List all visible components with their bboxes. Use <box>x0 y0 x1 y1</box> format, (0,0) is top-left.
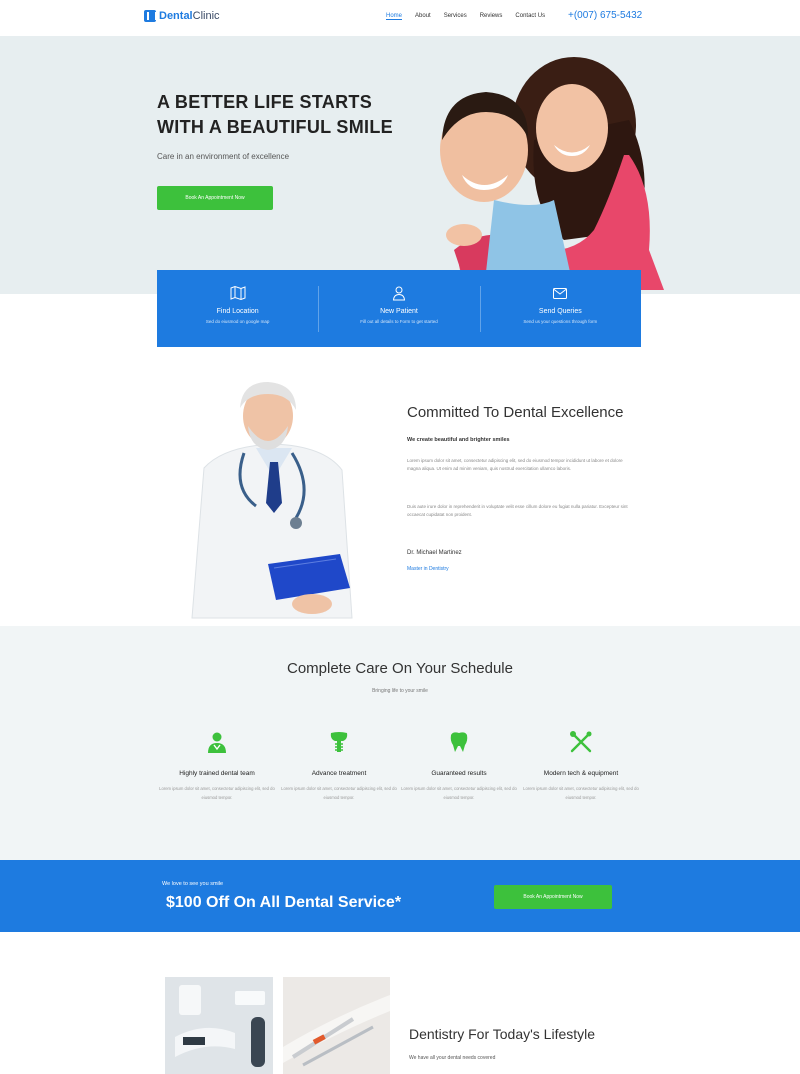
book-appointment-button[interactable]: Book An Appointment Now <box>157 186 273 210</box>
info-title: Find Location <box>216 308 259 315</box>
promo-book-button[interactable]: Book An Appointment Now <box>494 885 612 909</box>
logo[interactable]: DentalClinic <box>144 10 220 22</box>
feature-title: Modern tech & equipment <box>543 770 619 777</box>
tooth-icon <box>450 732 468 752</box>
feature-desc: Lorem ipsum dolor sit amet, consectetur … <box>281 786 397 800</box>
doctor-icon <box>208 732 226 753</box>
logo-icon <box>144 10 157 22</box>
info-bar: Find Location Sed do eiusmod on google m… <box>157 270 641 347</box>
about-title: Committed To Dental Excellence <box>407 404 624 421</box>
hero-title: A BETTER LIFE STARTS WITH A BEAUTIFUL SM… <box>157 90 437 140</box>
feature-title: Highly trained dental team <box>179 770 255 777</box>
promo-title: $100 Off On All Dental Service* <box>166 894 402 911</box>
tooth-implant-icon <box>330 732 348 752</box>
info-title: Send Queries <box>538 308 582 315</box>
about-paragraph-2: Duis aute irure dolor in reprehenderit i… <box>407 504 628 517</box>
feature-card: Advance treatment Lorem ipsum dolor sit … <box>279 730 399 802</box>
nav-link-services[interactable]: Services <box>444 13 467 20</box>
info-title: New Patient <box>380 308 418 315</box>
doctor-photo <box>191 382 353 619</box>
nav-link-about[interactable]: About <box>415 13 431 20</box>
about-lead: We create beautiful and brighter smiles <box>407 437 510 443</box>
hero-section: A BETTER LIFE STARTS WITH A BEAUTIFUL SM… <box>0 36 800 294</box>
top-nav: DentalClinic Home About Services Reviews… <box>0 0 800 36</box>
feature-card: Modern tech & equipment Lorem ipsum dolo… <box>521 730 641 802</box>
info-new-patient[interactable]: New Patient Fill out all details to Form… <box>318 270 479 347</box>
feature-desc: Lorem ipsum dolor sit amet, consectetur … <box>523 786 639 800</box>
care-section: Complete Care On Your Schedule Bringing … <box>0 626 800 860</box>
nav-links: Home About Services Reviews Contact Us <box>386 13 545 20</box>
feature-card: Guaranteed results Lorem ipsum dolor sit… <box>399 730 519 802</box>
info-desc: Send us your questions through form <box>523 319 598 324</box>
lifestyle-subtitle: We have all your dental needs covered <box>409 1055 496 1061</box>
map-icon <box>230 285 246 301</box>
promo-banner: We love to see you smile $100 Off On All… <box>0 860 800 932</box>
hero-subtitle: Care in an environment of excellence <box>157 152 290 161</box>
lifestyle-title: Dentistry For Today's Lifestyle <box>409 1026 596 1042</box>
promo-kicker: We love to see you smile <box>162 881 224 887</box>
feature-card: Highly trained dental team Lorem ipsum d… <box>157 730 277 802</box>
feature-title: Guaranteed results <box>431 770 487 777</box>
couple-photo <box>440 57 664 290</box>
hero-title-line-2: WITH A BEAUTIFUL SMILE <box>157 117 393 137</box>
dental-tools-photo-art <box>283 977 390 1074</box>
info-send-queries[interactable]: Send Queries Send us your questions thro… <box>479 270 641 347</box>
nav-link-reviews[interactable]: Reviews <box>480 13 503 20</box>
info-desc: Sed do eiusmod on google map <box>205 319 270 324</box>
about-paragraph-1: Lorem ipsum dolor sit amet, consectetur … <box>407 458 623 471</box>
doctor-name: Dr. Michael Martinez <box>407 550 462 556</box>
feature-desc: Lorem ipsum dolor sit amet, consectetur … <box>159 786 275 800</box>
nav-link-home[interactable]: Home <box>386 13 403 20</box>
care-title: Complete Care On Your Schedule <box>287 660 513 677</box>
dental-tools-photo <box>283 977 390 1074</box>
feature-title: Advance treatment <box>311 770 367 777</box>
logo-text: DentalClinic <box>159 10 220 22</box>
dental-chair-photo-art <box>165 977 273 1074</box>
nav-link-contact[interactable]: Contact Us <box>515 13 545 20</box>
user-icon <box>392 286 406 301</box>
care-subtitle: Bringing life to your smile <box>372 688 428 694</box>
info-desc: Fill out all details to Form to get star… <box>360 319 438 324</box>
doctor-role[interactable]: Master in Dentistry <box>407 566 449 572</box>
mail-icon <box>553 288 568 299</box>
dental-tools-icon <box>570 731 592 753</box>
dental-chair-photo <box>165 977 273 1074</box>
hero-title-line-1: A BETTER LIFE STARTS <box>157 92 372 112</box>
feature-desc: Lorem ipsum dolor sit amet, consectetur … <box>401 786 517 800</box>
phone-number[interactable]: +(007) 675-5432 <box>568 10 642 21</box>
info-find-location[interactable]: Find Location Sed do eiusmod on google m… <box>157 270 318 347</box>
